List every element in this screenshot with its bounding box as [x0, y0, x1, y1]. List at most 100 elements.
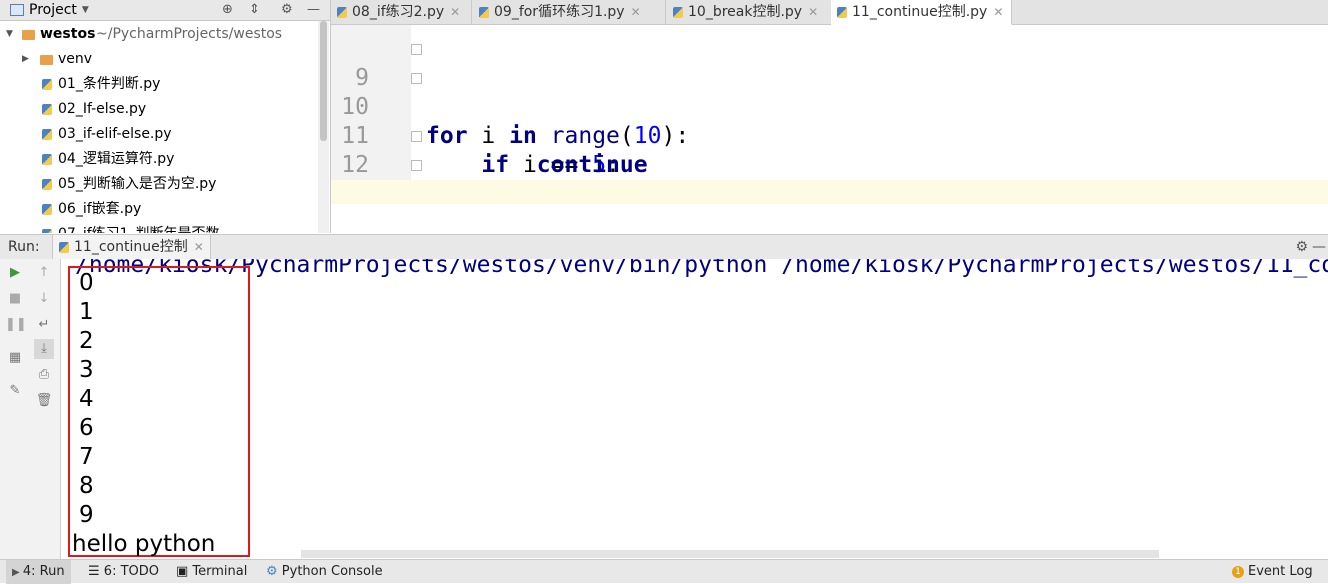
tool-window-todo[interactable]: ☰ 6: TODO [88, 560, 159, 583]
tool-window-terminal[interactable]: ▣ Terminal [176, 560, 247, 583]
gear-icon[interactable]: ⚙ [1295, 235, 1308, 259]
pin-icon[interactable]: ✎ [5, 381, 25, 401]
project-scrollbar[interactable] [318, 21, 329, 233]
tree-item-file[interactable]: 05_判断输入是否为空.py [0, 172, 318, 197]
tree-item-venv[interactable]: ▶ venv [0, 47, 318, 72]
output-line: hello python [72, 531, 216, 557]
tree-item-label: 01_条件判断.py [58, 76, 161, 92]
tab-label: 09_for循环练习1.py [494, 4, 625, 20]
tree-item-label: 02_If-else.py [58, 101, 147, 117]
python-file-icon [837, 6, 847, 18]
close-icon[interactable]: ✕ [993, 5, 1003, 19]
root-name: westos [40, 26, 96, 42]
rerun-icon[interactable]: ▶ [5, 263, 25, 283]
editor-tab-bar: 08_if练习2.py ✕ 09_for循环练习1.py ✕ 10_break控制.… [331, 0, 1328, 25]
run-console[interactable]: /home/kiosk/PycharmProjects/westos/venv/… [61, 259, 1328, 559]
project-header: Project ▼ ⊕ ⇕ ⚙ — [0, 0, 330, 21]
run-toolbar: ▶ ■ ❚❚ ▦ ✎ ↑ ↓ ↵ ⤓ ⎙ 🗑 [0, 259, 61, 559]
close-icon[interactable]: ✕ [450, 5, 460, 19]
tab-10[interactable]: 10_break控制.py ✕ [667, 0, 838, 24]
tool-window-run[interactable]: ▶ 4: Run [6, 560, 71, 584]
fold-marker-icon[interactable] [411, 160, 422, 171]
minimize-icon[interactable]: — [1312, 235, 1326, 259]
tab-08[interactable]: 08_if练习2.py ✕ [331, 0, 472, 24]
hide-icon[interactable]: — [307, 0, 320, 20]
python-file-icon [42, 197, 57, 222]
tab-09[interactable]: 09_for循环练习1.py ✕ [473, 0, 666, 24]
up-arrow-icon[interactable]: ↑ [34, 263, 54, 283]
root-path: ~/PycharmProjects/westos [96, 26, 283, 42]
tree-item-file[interactable]: 04_逻辑运算符.py [0, 147, 318, 172]
close-icon[interactable]: ✕ [631, 5, 641, 19]
run-tab-label: 11_continue控制 [74, 239, 188, 255]
bottom-tool-bar: ▶ 4: Run ☰ 6: TODO ▣ Terminal ⚙ Python C… [0, 559, 1328, 584]
tree-item-label: venv [58, 51, 93, 67]
tree-item-label: 07_if练习1_判断年是否数 [58, 222, 220, 233]
fold-marker-icon[interactable] [411, 73, 422, 84]
folder-icon [22, 30, 35, 40]
layout-icon[interactable]: ▦ [5, 348, 25, 368]
tree-item-file[interactable]: 06_if嵌套.py [0, 197, 318, 222]
project-view-selector[interactable]: Project ▼ [10, 0, 89, 20]
stop-icon[interactable]: ■ [5, 289, 25, 309]
fold-marker-icon[interactable] [411, 131, 422, 142]
tree-item-file[interactable]: 02_If-else.py [0, 97, 318, 122]
close-icon[interactable]: ✕ [808, 5, 818, 19]
output-line: 1 [79, 299, 94, 325]
folder-icon [40, 55, 53, 65]
tool-window-python-console[interactable]: ⚙ Python Console [266, 560, 383, 583]
locate-icon[interactable]: ⊕ [222, 0, 233, 20]
output-line: 4 [79, 386, 94, 412]
output-line: 6 [79, 415, 94, 441]
python-file-icon [59, 241, 69, 253]
tree-item-label: 04_逻辑运算符.py [58, 151, 175, 167]
down-arrow-icon[interactable]: ↓ [34, 289, 54, 309]
chevron-down-icon: ▼ [81, 5, 89, 15]
code-line: 13 print(i) [331, 151, 1328, 204]
pause-icon[interactable]: ❚❚ [5, 315, 27, 335]
print-icon[interactable]: ⎙ [34, 365, 54, 385]
project-panel: Project ▼ ⊕ ⇕ ⚙ — ▼ westos ~/PycharmProj… [0, 0, 331, 233]
code-line: 10 if i == 5: [331, 64, 1328, 178]
code-line-current: 14 print('hello python') [331, 180, 1328, 204]
list-icon: ☰ [88, 564, 104, 579]
run-label: Run: [8, 239, 40, 255]
chevron-right-icon: ▶ [22, 54, 29, 64]
code-editor[interactable]: 9 for i in range(10): 10 if i == 5: 11 c… [331, 25, 1328, 204]
tab-label: 10_break控制.py [688, 4, 803, 20]
output-line: 8 [79, 473, 94, 499]
event-count-badge: 1 [1232, 565, 1244, 578]
output-line: 3 [79, 357, 94, 383]
soft-wrap-icon[interactable]: ↵ [34, 315, 54, 335]
tree-root[interactable]: ▼ westos ~/PycharmProjects/westos [0, 22, 318, 47]
output-line: 7 [79, 444, 94, 470]
python-file-icon [479, 6, 489, 18]
code-line: 12 print('hello') [331, 122, 1328, 178]
output-line: 2 [79, 328, 94, 354]
run-tab[interactable]: 11_continue控制 ✕ [52, 235, 211, 259]
tab-label: 11_continue控制.py [852, 4, 988, 20]
trash-icon[interactable]: 🗑 [34, 391, 54, 411]
python-file-icon [42, 147, 57, 172]
tree-item-label: 06_if嵌套.py [58, 201, 142, 217]
console-horizontal-scrollbar[interactable] [301, 550, 1159, 558]
tab-label: 08_if练习2.py [352, 4, 445, 20]
event-log-button[interactable]: 1 Event Log [1232, 560, 1313, 583]
tab-11-active[interactable]: 11_continue控制.py ✕ [831, 0, 1012, 25]
close-icon[interactable]: ✕ [194, 240, 204, 254]
tree-item-file[interactable]: 07_if练习1_判断年是否数 [0, 222, 318, 233]
chevron-down-icon: ▼ [6, 29, 13, 39]
tree-item-file[interactable]: 03_if-elif-else.py [0, 122, 318, 147]
scroll-to-end-icon[interactable]: ⤓ [34, 339, 54, 359]
python-file-icon [42, 172, 57, 197]
output-highlight-box: 0 1 2 3 4 6 7 8 9 hello python [68, 266, 250, 557]
project-icon [10, 4, 24, 16]
gear-icon[interactable]: ⚙ [281, 0, 293, 20]
terminal-icon: ▣ [176, 564, 193, 579]
tree-item-file[interactable]: 01_条件判断.py [0, 72, 318, 97]
tree-item-label: 03_if-elif-else.py [58, 126, 172, 142]
project-tree: ▼ westos ~/PycharmProjects/westos ▶ venv… [0, 22, 318, 233]
python-file-icon [42, 72, 57, 97]
fold-marker-icon[interactable] [411, 44, 422, 55]
collapse-icon[interactable]: ⇕ [249, 0, 260, 20]
